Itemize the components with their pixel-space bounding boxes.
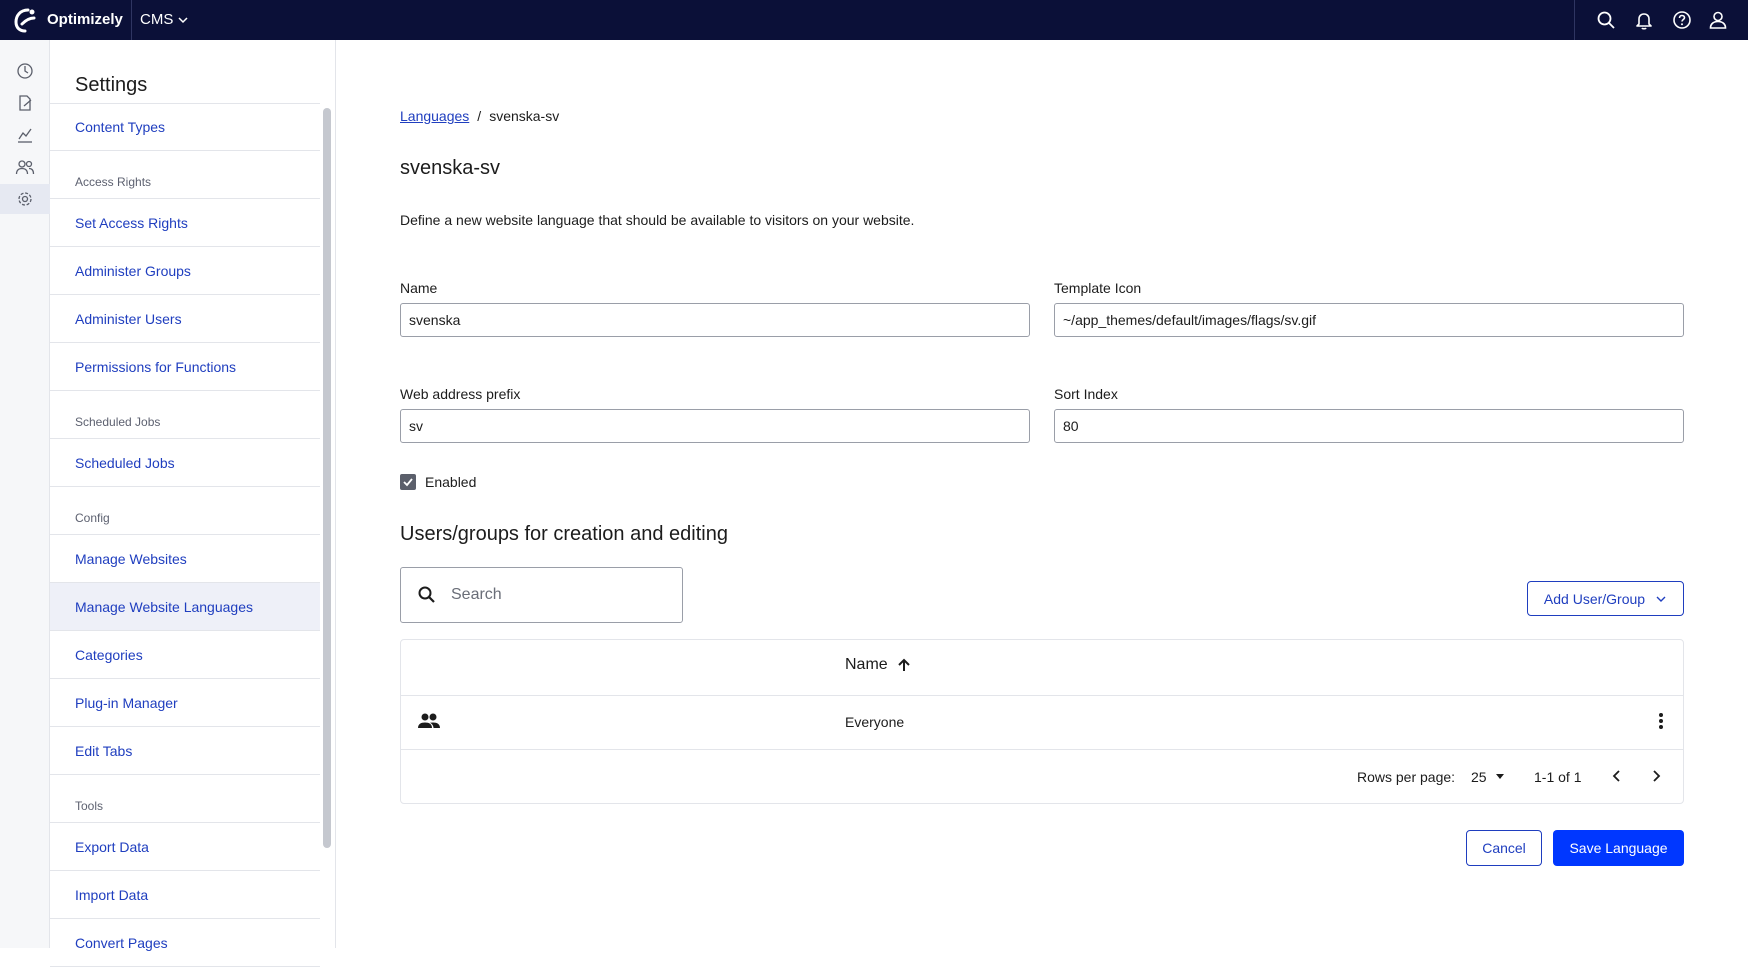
rail-settings[interactable]	[0, 184, 50, 214]
template-icon-field: Template Icon ~/app_themes/default/image…	[1054, 280, 1684, 337]
settings-icon	[18, 192, 32, 206]
rail-users[interactable]	[0, 152, 50, 182]
breadcrumb-current: svenska-sv	[489, 108, 560, 124]
settings-menu: Content Types Access Rights Set Access R…	[50, 103, 320, 967]
sidebar-item-plug-in-manager[interactable]: Plug-in Manager	[50, 679, 320, 727]
divider	[131, 0, 132, 40]
sidebar-item-set-access-rights[interactable]: Set Access Rights	[50, 199, 320, 247]
template-icon-label: Template Icon	[1054, 280, 1142, 296]
sidebar-item-administer-users[interactable]: Administer Users	[50, 295, 320, 343]
sidebar-item-categories[interactable]: Categories	[50, 631, 320, 679]
rail-analytics[interactable]	[0, 120, 50, 150]
sidebar-item-content-types[interactable]: Content Types	[50, 103, 320, 151]
user-icon[interactable]	[1707, 9, 1729, 31]
edit-page-icon	[19, 95, 32, 111]
checkmark-icon	[403, 478, 413, 487]
table-pagination: Rows per page: 25 1-1 of 1	[401, 750, 1683, 804]
bell-icon[interactable]	[1633, 9, 1655, 31]
sidebar-item-scheduled-jobs[interactable]: Scheduled Jobs	[50, 439, 320, 487]
enabled-checkbox-row[interactable]: Enabled	[400, 474, 476, 490]
sort-index-label: Sort Index	[1054, 386, 1118, 402]
sort-ascending-icon	[897, 658, 910, 671]
rows-per-page-value: 25	[1471, 769, 1487, 785]
sidebar-item-permissions-for-functions[interactable]: Permissions for Functions	[50, 343, 320, 391]
search-placeholder: Search	[451, 586, 502, 603]
users-icon	[15, 160, 35, 175]
name-label: Name	[400, 280, 438, 296]
page-description: Define a new website language that shoul…	[400, 212, 915, 228]
save-language-button[interactable]: Save Language	[1553, 830, 1684, 866]
group-icon	[418, 713, 440, 728]
settings-sidebar: Settings Content Types Access Rights Set…	[50, 40, 336, 967]
sidebar-item-administer-groups[interactable]: Administer Groups	[50, 247, 320, 295]
name-input[interactable]: svenska	[400, 303, 1030, 337]
breadcrumb-languages-link[interactable]: Languages	[400, 108, 469, 124]
page-title: svenska-sv	[400, 157, 501, 179]
chevron-down-icon	[1656, 596, 1666, 602]
web-address-prefix-field: Web address prefix sv	[400, 386, 1030, 443]
users-groups-table: Name Everyone Rows per page: 25 1-1 of 1	[400, 639, 1684, 804]
breadcrumb-separator: /	[477, 108, 482, 124]
rail-dashboard[interactable]	[0, 56, 50, 86]
sort-index-input[interactable]: 80	[1054, 409, 1684, 443]
product-label: CMS	[140, 11, 174, 28]
enabled-label: Enabled	[425, 474, 477, 490]
top-bar: Optimizely CMS	[0, 0, 1748, 40]
caret-down-icon	[1495, 774, 1504, 779]
rows-per-page-label: Rows per page:	[1357, 769, 1456, 785]
breadcrumb: Languages / svenska-sv	[400, 108, 559, 124]
sidebar-group-scheduled-jobs: Scheduled Jobs	[50, 391, 320, 439]
pagination-range: 1-1 of 1	[1534, 769, 1582, 785]
analytics-icon	[18, 128, 32, 143]
search-icon[interactable]	[1595, 9, 1617, 31]
dashboard-icon	[17, 63, 33, 79]
sidebar-group-config: Config	[50, 487, 320, 535]
brand-name: Optimizely	[47, 11, 123, 28]
web-address-prefix-label: Web address prefix	[400, 386, 521, 402]
cancel-button[interactable]: Cancel	[1466, 830, 1542, 866]
more-options-icon[interactable]	[1651, 711, 1671, 731]
sidebar-item-manage-websites[interactable]: Manage Websites	[50, 535, 320, 583]
name-field: Name svenska	[400, 280, 1030, 337]
sidebar-item-manage-website-languages[interactable]: Manage Website Languages	[50, 583, 320, 631]
help-icon[interactable]	[1671, 9, 1693, 31]
sidebar-item-convert-pages[interactable]: Convert Pages	[50, 919, 320, 967]
product-switcher[interactable]: CMS	[140, 11, 189, 28]
search-icon	[418, 586, 435, 603]
add-user-group-button[interactable]: Add User/Group	[1527, 581, 1684, 616]
chevron-right-icon[interactable]	[1647, 767, 1665, 785]
sidebar-scrollbar[interactable]	[323, 108, 331, 848]
sidebar-group-tools: Tools	[50, 775, 320, 823]
sort-index-field: Sort Index 80	[1054, 386, 1684, 443]
sidebar-item-import-data[interactable]: Import Data	[50, 871, 320, 919]
search-input[interactable]: Search	[400, 567, 683, 623]
name-column-label: Name	[845, 656, 888, 673]
row-name-cell: Everyone	[845, 714, 905, 730]
sidebar-item-export-data[interactable]: Export Data	[50, 823, 320, 871]
web-address-prefix-input[interactable]: sv	[400, 409, 1030, 443]
rail-edit[interactable]	[0, 88, 50, 118]
users-groups-heading: Users/groups for creation and editing	[400, 523, 728, 545]
table-row[interactable]: Everyone	[401, 696, 1683, 750]
sidebar-title: Settings	[75, 74, 148, 96]
optimizely-logo-icon[interactable]	[8, 4, 40, 36]
add-user-group-label: Add User/Group	[1543, 590, 1646, 607]
name-column-header[interactable]: Name	[845, 656, 912, 674]
enabled-checkbox[interactable]	[400, 474, 416, 490]
sidebar-item-edit-tabs[interactable]: Edit Tabs	[50, 727, 320, 775]
template-icon-input[interactable]: ~/app_themes/default/images/flags/sv.gif	[1054, 303, 1684, 337]
nav-rail	[0, 40, 50, 948]
sidebar-group-access-rights: Access Rights	[50, 151, 320, 199]
rows-per-page-select[interactable]: 25	[1471, 769, 1505, 785]
chevron-left-icon[interactable]	[1608, 767, 1626, 785]
chevron-down-icon	[178, 16, 188, 23]
table-header: Name	[401, 640, 1683, 696]
main-content: Languages / svenska-sv svenska-sv Define…	[336, 40, 1748, 948]
divider	[1574, 0, 1575, 40]
